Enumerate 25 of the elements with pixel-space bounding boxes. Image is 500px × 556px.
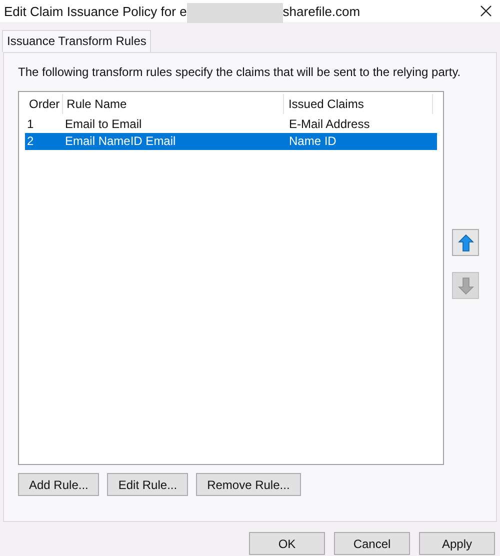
table-cell-text: Email to Email [64,116,143,133]
rule-button[interactable]: Remove Rule... [196,473,301,496]
column-header[interactable]: Issued Claims [284,94,433,114]
dialog-button[interactable]: OK [249,532,325,555]
table-cell-text: E-Mail Address [288,116,371,133]
move-up-button[interactable] [452,229,479,256]
table-cell-text: 2 [26,133,35,150]
column-header[interactable]: Order [25,94,63,114]
column-header[interactable]: Rule Name [62,94,284,114]
table-row[interactable]: 1 Email to Email E-Mail Address [25,116,437,133]
table-row[interactable]: 2 Email NameID Email Name ID [25,133,437,150]
rule-button[interactable]: Add Rule... [18,473,100,496]
rule-button[interactable]: Edit Rule... [107,473,188,496]
up-arrow-icon [458,234,474,252]
table-cell-text: Email NameID Email [64,133,177,150]
description-text: The following transform rules specify the claims that will be sent to the relying party. [18,65,462,79]
close-icon[interactable] [480,5,492,17]
table-cell-text: 1 [26,116,35,133]
window-title: Edit Claim Issuance Policy for e [4,4,187,18]
tab[interactable]: Issuance Transform Rules [2,30,152,52]
down-arrow-icon [458,276,474,294]
dialog-button[interactable]: Apply [419,532,495,555]
table-cell-text: Name ID [288,133,338,150]
window-title: sharefile.com [282,4,360,18]
dialog-button[interactable]: Cancel [334,532,410,555]
